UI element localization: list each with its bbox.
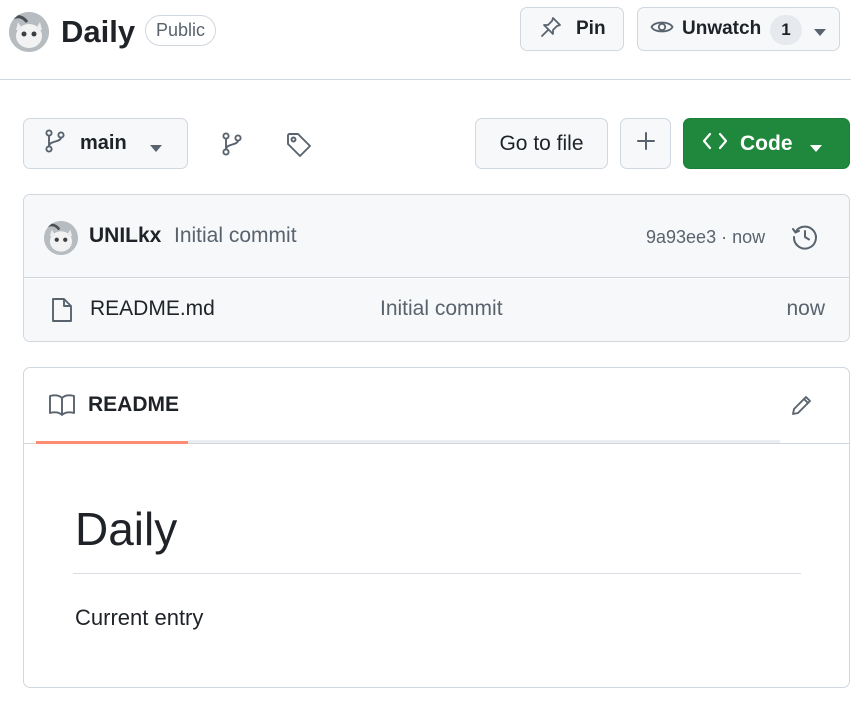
branch-select-button[interactable]: main <box>23 118 188 169</box>
repo-name[interactable]: Daily <box>61 12 135 52</box>
plus-icon <box>636 131 656 156</box>
code-button[interactable]: Code <box>683 118 850 169</box>
commit-hash-time[interactable]: 9a93ee3 · now <box>646 227 765 248</box>
commit-message[interactable]: Initial commit <box>174 224 297 248</box>
chevron-down-icon <box>810 140 822 158</box>
file-icon <box>51 297 73 328</box>
go-to-file-label: Go to file <box>499 131 584 155</box>
unwatch-label: Unwatch <box>682 18 762 39</box>
pin-button[interactable]: Pin <box>520 7 624 51</box>
readme-tab-label: README <box>88 393 180 416</box>
readme-heading: Daily <box>75 503 178 555</box>
chevron-down-icon[interactable] <box>814 24 826 42</box>
branches-icon[interactable] <box>220 132 244 161</box>
go-to-file-button[interactable]: Go to file <box>475 118 608 169</box>
pin-label: Pin <box>576 18 606 39</box>
commit-author[interactable]: UNILkx <box>89 224 161 248</box>
visibility-badge: Public <box>145 15 217 46</box>
git-branch-icon <box>44 129 66 158</box>
repo-header: Daily Public Pin Unwatch 1 <box>0 0 851 80</box>
watchers-counter: 1 <box>770 15 802 45</box>
branch-name: main <box>80 132 127 154</box>
file-browser: UNILkx Initial commit 9a93ee3 · now READ… <box>23 194 850 342</box>
tab-readme[interactable]: README <box>36 368 188 444</box>
readme-body: Current entry <box>75 605 204 630</box>
unwatch-button[interactable]: Unwatch 1 <box>637 7 840 51</box>
heading-divider <box>73 573 801 574</box>
file-name[interactable]: README.md <box>90 297 215 321</box>
tag-icon[interactable] <box>286 132 312 163</box>
readme-panel: README Daily Current entry <box>23 367 850 688</box>
code-brackets-icon <box>702 131 728 156</box>
eye-icon <box>650 15 674 44</box>
tab-divider <box>188 440 780 443</box>
latest-commit-bar: UNILkx Initial commit 9a93ee3 · now <box>24 195 849 278</box>
pencil-icon[interactable] <box>790 393 814 422</box>
file-row[interactable]: README.md Initial commit now <box>24 279 849 341</box>
chevron-down-icon <box>150 140 162 158</box>
book-icon <box>48 393 76 422</box>
author-avatar[interactable] <box>44 221 78 255</box>
owner-avatar[interactable] <box>9 12 49 52</box>
code-label: Code <box>740 131 793 155</box>
pin-icon <box>540 16 562 43</box>
history-icon[interactable] <box>791 223 819 256</box>
file-commit-message[interactable]: Initial commit <box>380 297 503 321</box>
readme-tabbar: README <box>24 368 849 444</box>
add-file-button[interactable] <box>620 118 671 169</box>
file-commit-time: now <box>786 297 825 320</box>
